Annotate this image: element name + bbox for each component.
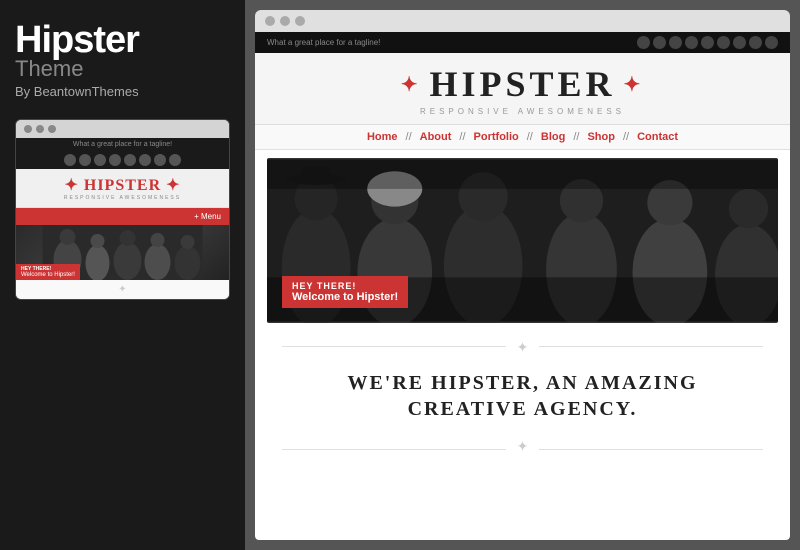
mini-logo-sub: RESPONSIVE AWESOMENESS	[20, 195, 225, 201]
hero-overlay-box: HEY THERE! Welcome to Hipster!	[282, 276, 408, 308]
mini-logo-letters: HIPSTER	[84, 177, 161, 194]
top-bar: What a great place for a tagline!	[255, 32, 790, 53]
logo-area: ✦ HIPSTER ✦ RESPONSIVE AWESOMENESS	[255, 53, 790, 125]
mini-social-icon-5	[124, 154, 136, 166]
mini-hero: HEY THERE! Welcome to Hipster!	[16, 225, 229, 280]
mini-tagline-text: What a great place for a tagline!	[73, 141, 172, 148]
logo-letters: HIPSTER	[429, 63, 615, 105]
mini-hero-overlay: HEY THERE! Welcome to Hipster!	[16, 264, 80, 280]
mini-social-icon-3	[94, 154, 106, 166]
social-icon-extra2	[765, 36, 778, 49]
mini-tagline-bar: What a great place for a tagline!	[16, 138, 229, 151]
mini-star-right: ✦	[166, 177, 180, 194]
star-icon-bottom: ✦	[517, 438, 529, 454]
nav-item-home[interactable]: Home	[359, 131, 406, 143]
mini-social-icon-8	[169, 154, 181, 166]
mini-social-icon-1	[64, 154, 76, 166]
mini-menu-button[interactable]: + Menu	[16, 208, 229, 225]
hero-tag2: Welcome to Hipster!	[292, 291, 398, 303]
theme-author: By BeantownThemes	[15, 84, 230, 99]
mini-star-left: ✦	[64, 177, 78, 194]
logo-sub: RESPONSIVE AWESOMENESS	[255, 107, 790, 116]
mini-dot-2	[36, 125, 44, 133]
social-icon-instagram	[653, 36, 666, 49]
mini-dot-3	[48, 125, 56, 133]
star-divider-top: ✦	[255, 331, 790, 360]
social-icon-twitter	[637, 36, 650, 49]
hero-area: HEY THERE! Welcome to Hipster!	[267, 158, 778, 323]
mini-browser-bar	[16, 120, 229, 138]
nav-item-blog[interactable]: Blog	[533, 131, 573, 143]
top-social-icons	[637, 36, 778, 49]
sidebar: Hipster Theme By BeantownThemes What a g…	[0, 0, 245, 550]
mini-logo-text: ✦ HIPSTER ✦	[20, 175, 225, 195]
mini-social-icon-4	[109, 154, 121, 166]
star-icon-top: ✦	[517, 339, 529, 355]
browser-content: What a great place for a tagline! ✦ HIPS…	[255, 32, 790, 540]
mini-hero-tag2: Welcome to Hipster!	[21, 272, 75, 278]
browser-chrome	[255, 10, 790, 32]
mini-logo-area: ✦ HIPSTER ✦ RESPONSIVE AWESOMENESS	[16, 169, 229, 208]
mini-star-divider: ✦	[16, 280, 229, 299]
social-icon-google	[685, 36, 698, 49]
mini-social-icon-6	[139, 154, 151, 166]
mini-social-icon-2	[79, 154, 91, 166]
top-tagline: What a great place for a tagline!	[267, 38, 380, 47]
mini-dot-1	[24, 125, 32, 133]
nav-bar: Home // About // Portfolio // Blog // Sh…	[255, 125, 790, 150]
agency-headline-1: WE'RE HIPSTER, AN AMAZING	[275, 370, 770, 396]
mini-preview: What a great place for a tagline! ✦ HIPS…	[15, 119, 230, 300]
nav-item-shop[interactable]: Shop	[579, 131, 623, 143]
social-icon-dribbble	[733, 36, 746, 49]
mini-social-bar	[16, 151, 229, 169]
main-preview: What a great place for a tagline! ✦ HIPS…	[245, 0, 800, 550]
logo-star-right: ✦	[624, 72, 645, 97]
social-icon-facebook	[669, 36, 682, 49]
social-icon-extra1	[749, 36, 762, 49]
hero-photo: HEY THERE! Welcome to Hipster!	[267, 158, 778, 323]
social-icon-vimeo	[701, 36, 714, 49]
star-divider-bottom: ✦	[255, 434, 790, 463]
logo-star-left: ✦	[401, 72, 422, 97]
nav-item-portfolio[interactable]: Portfolio	[466, 131, 527, 143]
nav-item-about[interactable]: About	[412, 131, 460, 143]
browser-dot-1	[265, 16, 275, 26]
mini-star-icon: ✦	[118, 284, 126, 295]
hero-tag1: HEY THERE!	[292, 281, 398, 291]
browser-dot-2	[280, 16, 290, 26]
browser-dot-3	[295, 16, 305, 26]
sidebar-title-block: Hipster Theme By BeantownThemes	[15, 20, 230, 99]
social-icon-pinterest	[717, 36, 730, 49]
logo-main: ✦ HIPSTER ✦	[255, 63, 790, 105]
agency-text: WE'RE HIPSTER, AN AMAZING CREATIVE AGENC…	[255, 360, 790, 434]
nav-item-contact[interactable]: Contact	[629, 131, 686, 143]
mini-social-icon-7	[154, 154, 166, 166]
agency-headline-2: CREATIVE AGENCY.	[275, 396, 770, 422]
